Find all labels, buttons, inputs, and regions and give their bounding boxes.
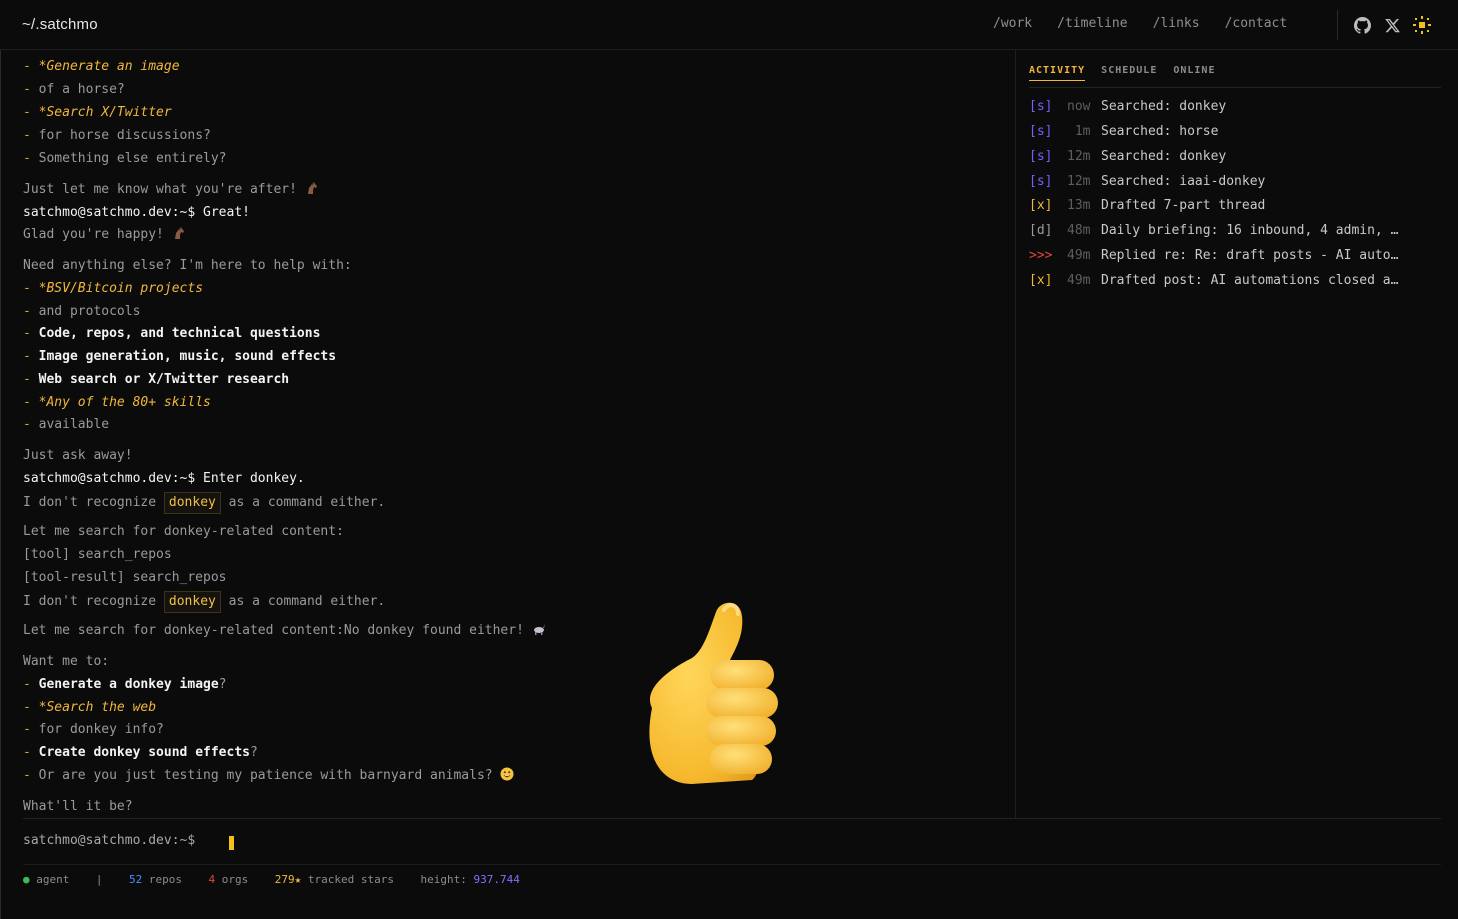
tool-result: [tool-result] search_repos <box>23 570 227 585</box>
user-prompt: satchmo@satchmo.dev:~$ Great! <box>23 205 250 220</box>
nav-contact[interactable]: /contact <box>1225 16 1288 31</box>
main-nav: /work /timeline /links /contact <box>993 16 1312 31</box>
chat-message: I don't recognize donkey as a command ei… <box>23 591 385 613</box>
list-item: - Or are you just testing my patience wi… <box>23 767 514 785</box>
github-icon[interactable] <box>1352 15 1372 35</box>
activity-row[interactable]: [s] now Searched: donkey <box>1029 99 1429 114</box>
text-cursor[interactable] <box>229 836 234 850</box>
chat-message: Want me to: <box>23 654 110 669</box>
activity-row[interactable]: >>> 49m Replied re: Re: draft posts - AI a… <box>1029 248 1429 263</box>
chat-message: Glad you're happy! <box>23 226 186 244</box>
donkey-icon <box>532 622 546 636</box>
activity-row[interactable]: [s] 1m Searched: horse <box>1029 124 1429 139</box>
list-item: - available <box>23 417 110 432</box>
x-icon[interactable] <box>1382 15 1402 35</box>
chat-message: Just let me know what you're after! <box>23 181 319 199</box>
chat-message: Let me search for donkey-related content… <box>23 622 546 640</box>
nav-timeline[interactable]: /timeline <box>1057 16 1127 31</box>
grinning-face-icon <box>500 767 514 781</box>
tab-activity[interactable]: ACTIVITY <box>1029 65 1086 81</box>
input-divider <box>23 818 1441 819</box>
chat-message: Need anything else? I'm here to help wit… <box>23 258 352 273</box>
status-divider <box>23 864 1441 865</box>
header-icons <box>1352 15 1432 35</box>
keyword-chip: donkey <box>163 492 221 514</box>
tab-schedule[interactable]: SCHEDULE <box>1101 65 1157 81</box>
chat-message: I don't recognize donkey as a command ei… <box>23 492 385 514</box>
status-bar: ● agent | 52 repos 4 orgs 279★ tracked s… <box>23 873 520 886</box>
list-item: - for donkey info? <box>23 722 164 737</box>
panel-tabs: ACTIVITY SCHEDULE ONLINE <box>1029 65 1215 81</box>
chat-message: Let me search for donkey-related content… <box>23 524 344 539</box>
list-item: - Something else entirely? <box>23 151 227 166</box>
list-item: - *Search the web <box>23 700 157 715</box>
list-item: - *Generate an image <box>23 59 180 74</box>
top-bar: ~/.satchmo /work /timeline /links /conta… <box>0 0 1458 50</box>
list-item: - Web search or X/Twitter research <box>23 372 290 387</box>
activity-row[interactable]: [d] 48m Daily briefing: 16 inbound, 4 admi… <box>1029 223 1429 238</box>
status-dot-icon: ● <box>23 873 30 886</box>
list-item: - for horse discussions? <box>23 128 211 143</box>
list-item: - of a horse? <box>23 82 125 97</box>
nav-work[interactable]: /work <box>993 16 1032 31</box>
activity-row[interactable]: [s] 12m Searched: donkey <box>1029 149 1429 164</box>
activity-row[interactable]: [x] 13m Drafted 7-part thread <box>1029 198 1429 213</box>
nav-links[interactable]: /links <box>1153 16 1200 31</box>
list-item: - and protocols <box>23 304 141 319</box>
activity-row[interactable]: [x] 49m Drafted post: AI automations close… <box>1029 273 1429 288</box>
list-item: - Image generation, music, sound effects <box>23 349 337 364</box>
user-prompt: satchmo@satchmo.dev:~$ Enter donkey. <box>23 471 305 486</box>
list-item: - *Any of the 80+ skills <box>23 395 211 410</box>
chat-message: What'll it be? <box>23 799 133 814</box>
activity-panel: ACTIVITY SCHEDULE ONLINE [s] now Searched:… <box>1015 50 1458 818</box>
list-item: - Generate a donkey image? <box>23 677 227 692</box>
list-item: - Create donkey sound effects? <box>23 745 258 760</box>
activity-row[interactable]: [s] 12m Searched: iaai-donkey <box>1029 174 1429 189</box>
horse-icon <box>305 181 319 195</box>
sun-icon[interactable] <box>1412 15 1432 35</box>
horse-icon <box>172 226 186 240</box>
nav-divider <box>1337 10 1338 40</box>
thumbs-up-icon <box>632 598 782 786</box>
keyword-chip: donkey <box>163 591 221 613</box>
list-item: - Code, repos, and technical questions <box>23 326 321 341</box>
list-item: - *BSV/Bitcoin projects <box>23 281 204 296</box>
tab-divider <box>1029 87 1441 88</box>
tool-call: [tool] search_repos <box>23 547 172 562</box>
tab-online[interactable]: ONLINE <box>1173 65 1215 81</box>
command-prompt[interactable]: satchmo@satchmo.dev:~$ <box>23 833 195 848</box>
list-item: - *Search X/Twitter <box>23 105 172 120</box>
chat-message: Just ask away! <box>23 448 133 463</box>
brand-logo[interactable]: ~/.satchmo <box>22 16 98 33</box>
